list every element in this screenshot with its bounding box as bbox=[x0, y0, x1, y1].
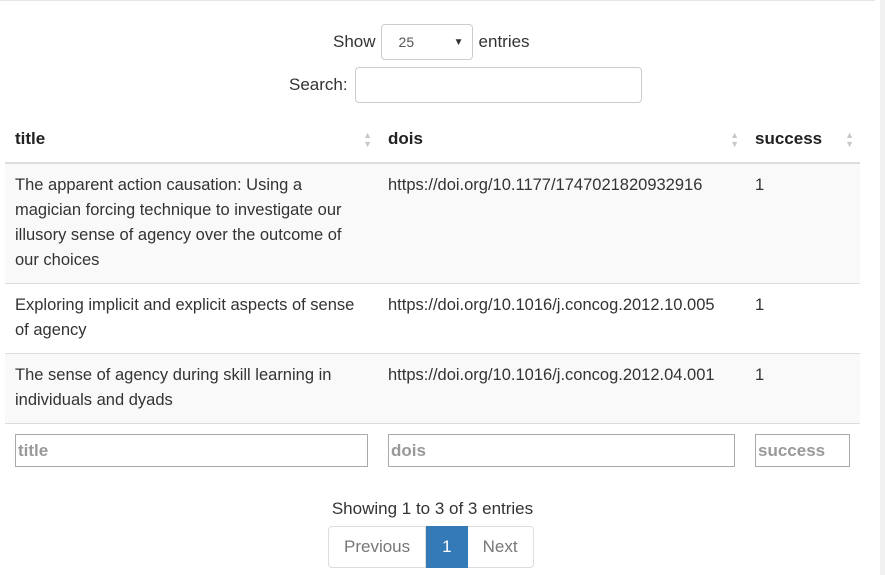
table-row[interactable]: The sense of agency during skill learnin… bbox=[5, 353, 860, 424]
title-filter-input[interactable]: title bbox=[15, 434, 368, 467]
chevron-down-icon: ▼ bbox=[453, 36, 464, 48]
column-header-dois[interactable]: dois ▲ ▼ bbox=[378, 116, 745, 164]
cell-title: The apparent action causation: Using a m… bbox=[5, 162, 378, 284]
sort-both-icon: ▲ ▼ bbox=[730, 130, 739, 149]
table-row[interactable]: The apparent action causation: Using a m… bbox=[5, 162, 860, 284]
search-filter: Search: bbox=[289, 67, 642, 103]
data-table: title ▲ ▼ dois ▲ ▼ success ▲ ▼ The apparent… bbox=[5, 116, 860, 467]
search-label: Search: bbox=[289, 75, 348, 94]
cell-dois: https://doi.org/10.1016/j.concog.2012.10… bbox=[378, 283, 745, 354]
vertical-scrollbar[interactable] bbox=[880, 0, 885, 575]
column-header-title[interactable]: title ▲ ▼ bbox=[5, 116, 378, 164]
cell-title: Exploring implicit and explicit aspects … bbox=[5, 283, 378, 354]
column-header-label: title bbox=[15, 129, 46, 148]
column-header-label: success bbox=[755, 129, 823, 148]
sort-both-icon: ▲ ▼ bbox=[845, 130, 854, 149]
cell-success: 1 bbox=[745, 353, 860, 424]
column-header-label: dois bbox=[388, 129, 423, 148]
cell-dois: https://doi.org/10.1177/1747021820932916 bbox=[378, 162, 745, 284]
page-1-button[interactable]: 1 bbox=[426, 526, 468, 568]
success-filter-input[interactable]: success bbox=[755, 434, 850, 467]
entries-select-value: 25 bbox=[398, 34, 415, 50]
entries-select[interactable]: 25 ▼ bbox=[380, 24, 473, 60]
cell-dois: https://doi.org/10.1016/j.concog.2012.04… bbox=[378, 353, 745, 424]
top-divider bbox=[0, 0, 875, 1]
show-label: Show bbox=[333, 32, 376, 51]
dois-filter-input[interactable]: dois bbox=[388, 434, 735, 467]
sort-both-icon: ▲ ▼ bbox=[363, 130, 372, 149]
entries-label: entries bbox=[478, 32, 530, 51]
next-button[interactable]: Next bbox=[467, 526, 534, 568]
search-input[interactable] bbox=[354, 67, 642, 103]
pagination: Previous 1 Next bbox=[328, 526, 534, 568]
cell-success: 1 bbox=[745, 283, 860, 354]
column-filter-row: title dois success bbox=[5, 423, 860, 467]
table-info: Showing 1 to 3 of 3 entries bbox=[331, 499, 534, 518]
cell-title: The sense of agency during skill learnin… bbox=[5, 353, 378, 424]
column-header-success[interactable]: success ▲ ▼ bbox=[745, 116, 860, 164]
cell-success: 1 bbox=[745, 162, 860, 284]
previous-button[interactable]: Previous bbox=[328, 526, 427, 568]
table-row[interactable]: Exploring implicit and explicit aspects … bbox=[5, 283, 860, 354]
header-row: title ▲ ▼ dois ▲ ▼ success ▲ ▼ bbox=[5, 116, 860, 164]
length-menu: Show 25 ▼ entries bbox=[333, 24, 530, 60]
